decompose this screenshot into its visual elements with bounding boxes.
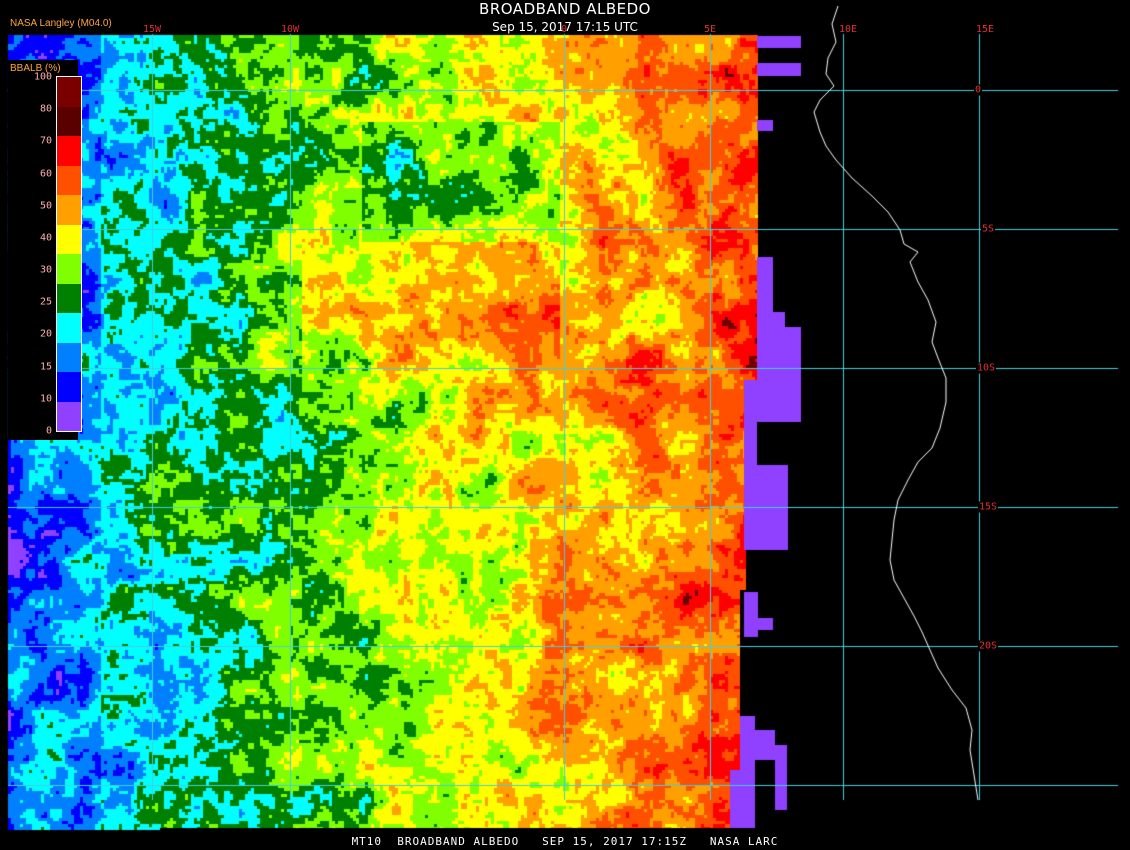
legend-colorbar <box>56 76 82 432</box>
legend-tick-label: 40 <box>39 232 52 244</box>
legend-swatch <box>57 195 81 225</box>
lat-label-15s: 15S <box>977 501 999 513</box>
legend-swatch <box>57 283 81 313</box>
legend-tick-label: 15 <box>39 361 52 373</box>
lat-label-10s: 10S <box>975 362 997 374</box>
albedo-map-canvas <box>0 0 1130 850</box>
lon-label-5e: 5E <box>703 24 717 35</box>
legend-tick-label: 60 <box>39 168 52 180</box>
legend-tick-label: 70 <box>39 135 52 147</box>
lon-label-0: 0 <box>560 24 568 35</box>
legend-tick-label: 30 <box>39 264 52 276</box>
legend-swatch <box>57 313 81 343</box>
lat-label-5s: 5S <box>980 223 996 235</box>
credit-label: NASA Langley (M04.0) <box>10 18 112 29</box>
lat-label-20s: 20S <box>977 640 999 652</box>
legend-swatch <box>57 224 81 254</box>
legend-tick-label: 50 <box>39 200 52 212</box>
legend-tick-label: 0 <box>45 425 52 437</box>
legend-swatch <box>57 165 81 195</box>
legend-tick-label: 10 <box>39 393 52 405</box>
lon-label-10e: 10E <box>838 24 858 35</box>
lon-label-10w: 10W <box>280 24 300 35</box>
legend-tick-label: 25 <box>39 296 52 308</box>
footer-caption: MT10 BROADBAND ALBEDO SEP 15, 2017 17:15… <box>351 835 779 848</box>
lat-label-0: 0 <box>973 84 983 96</box>
legend-tick-label: 80 <box>39 103 52 115</box>
legend-tick-label: 20 <box>39 328 52 340</box>
lon-label-15w: 15W <box>142 24 162 35</box>
legend-swatch <box>57 106 81 136</box>
legend-swatch <box>57 401 81 431</box>
legend-tick-label: 100 <box>33 71 52 83</box>
legend-swatch <box>57 136 81 166</box>
legend-swatch <box>57 254 81 284</box>
page-title: BROADBAND ALBEDO <box>479 0 651 18</box>
legend-swatch <box>57 372 81 402</box>
legend-swatch <box>57 342 81 372</box>
lon-label-15e: 15E <box>975 24 995 35</box>
color-legend: BBALB (%) 100 80 70 60 50 40 30 25 20 15 10 0 <box>8 60 82 440</box>
legend-swatch <box>57 77 81 107</box>
